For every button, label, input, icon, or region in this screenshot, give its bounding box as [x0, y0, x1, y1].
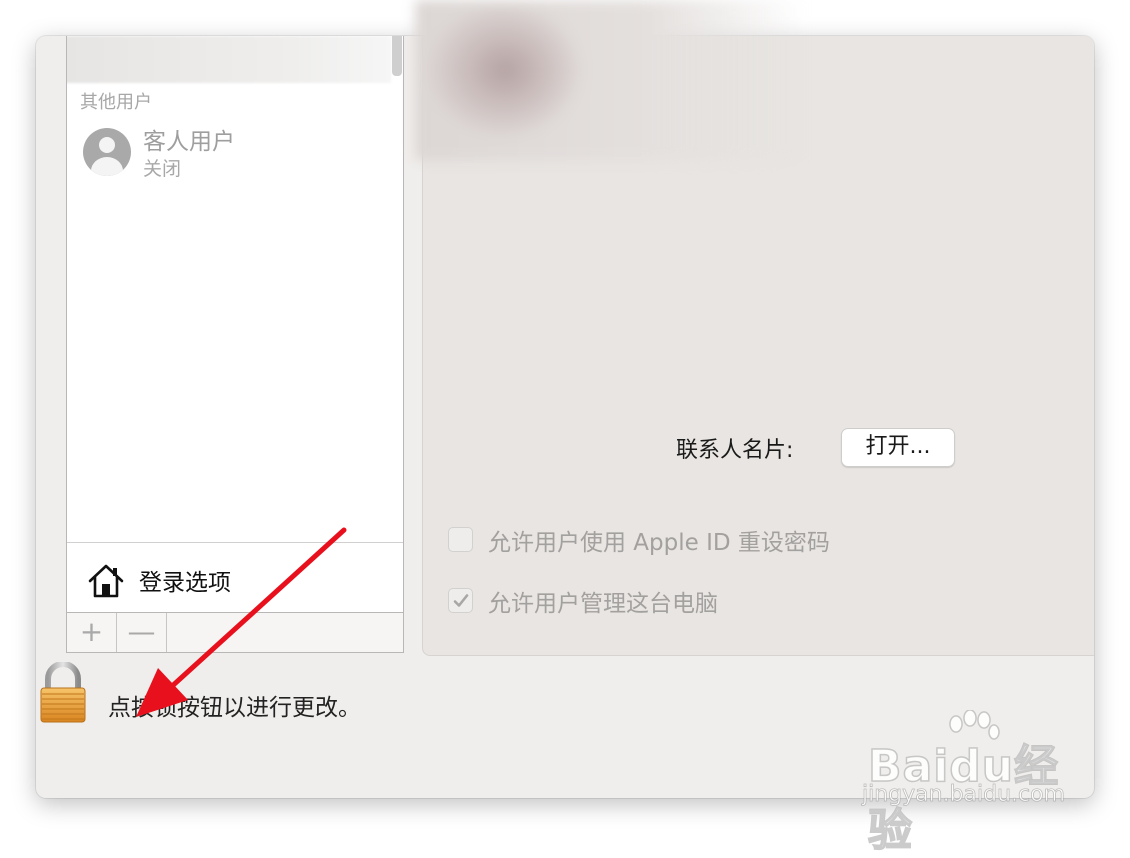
house-icon — [88, 564, 124, 598]
allow-reset-password-checkbox[interactable] — [448, 527, 473, 552]
other-users-label: 其他用户 — [80, 92, 152, 113]
guest-user-name: 客人用户 — [143, 129, 235, 155]
lock-instruction-text: 点按锁按钮以进行更改。 — [108, 695, 361, 721]
baidu-watermark: Baidu经验 jingyan.baidu.com — [860, 710, 1080, 857]
user-photo-blurred[interactable] — [415, 0, 805, 160]
checkmark-icon — [453, 594, 469, 607]
login-options-label: 登录选项 — [139, 570, 231, 596]
guest-user-row[interactable]: 客人用户 关闭 — [83, 126, 383, 180]
remove-user-button[interactable]: — — [117, 613, 167, 652]
add-user-button[interactable]: + — [67, 613, 117, 652]
guest-avatar-icon — [83, 128, 131, 176]
contact-card-label: 联系人名片: — [676, 438, 794, 463]
allow-reset-password-label: 允许用户使用 Apple ID 重设密码 — [488, 530, 830, 556]
login-options-row[interactable]: 登录选项 — [67, 542, 403, 612]
current-user-row-blurred[interactable] — [67, 36, 391, 83]
user-list[interactable]: 其他用户 客人用户 关闭 登录选项 — [66, 36, 404, 613]
allow-admin-label: 允许用户管理这台电脑 — [488, 591, 718, 617]
user-list-toolbar: + — — [66, 613, 404, 653]
watermark-url: jingyan.baidu.com — [862, 782, 1066, 808]
lock-icon[interactable] — [39, 662, 87, 724]
user-list-scrollbar[interactable] — [392, 36, 402, 76]
allow-admin-checkbox[interactable] — [448, 588, 473, 613]
open-contact-card-button[interactable]: 打开... — [841, 428, 955, 467]
guest-user-status: 关闭 — [143, 158, 182, 180]
